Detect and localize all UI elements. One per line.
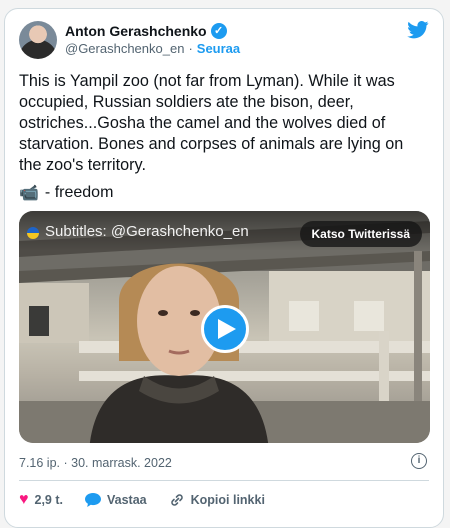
tweet-timestamp[interactable]: 7.16 ip. · 30. marrask. 2022 (19, 456, 172, 470)
follow-button[interactable]: Seuraa (197, 41, 240, 56)
verified-badge-icon: ✓ (210, 23, 227, 39)
twitter-bird-icon[interactable] (407, 21, 429, 39)
ukraine-flag-icon (27, 227, 39, 239)
tweet-actions: ♥ 2,9 t. Vastaa Kopioi linkki (19, 492, 265, 508)
tweet-text: This is Yampil zoo (not far from Lyman).… (19, 72, 404, 174)
handle-row: @Gerashchenko_en · Seuraa (65, 41, 240, 56)
author-name[interactable]: Anton Gerashchenko (65, 23, 207, 39)
freedom-text: - freedom (44, 184, 114, 201)
speech-bubble-icon (85, 493, 101, 507)
author-handle[interactable]: @Gerashchenko_en (65, 41, 184, 56)
divider (19, 480, 429, 481)
author-row: Anton Gerashchenko ✓ (65, 23, 227, 39)
reply-label: Vastaa (107, 493, 147, 507)
video-player[interactable]: Subtitles: @Gerashchenko_en Katso Twitte… (19, 211, 430, 443)
separator: · (188, 41, 193, 56)
watch-on-twitter-button[interactable]: Katso Twitterissä (299, 221, 422, 247)
heart-icon: ♥ (19, 491, 29, 508)
play-icon (218, 319, 236, 339)
like-count: 2,9 t. (34, 493, 64, 507)
play-button[interactable] (201, 305, 249, 353)
tweet-card: Anton Gerashchenko ✓ @Gerashchenko_en · Se… (4, 8, 444, 528)
reply-button[interactable]: Vastaa (85, 493, 147, 507)
info-icon[interactable]: i (411, 453, 427, 469)
avatar[interactable] (19, 21, 57, 59)
copy-link-button[interactable]: Kopioi linkki (169, 492, 265, 508)
freedom-line: 📹 - freedom (19, 183, 113, 203)
like-button[interactable]: ♥ 2,9 t. (19, 491, 64, 508)
copy-link-label: Kopioi linkki (190, 493, 265, 507)
video-subtitle: Subtitles: @Gerashchenko_en (45, 223, 249, 240)
link-icon (170, 494, 183, 506)
video-camera-icon: 📹 (19, 185, 39, 202)
